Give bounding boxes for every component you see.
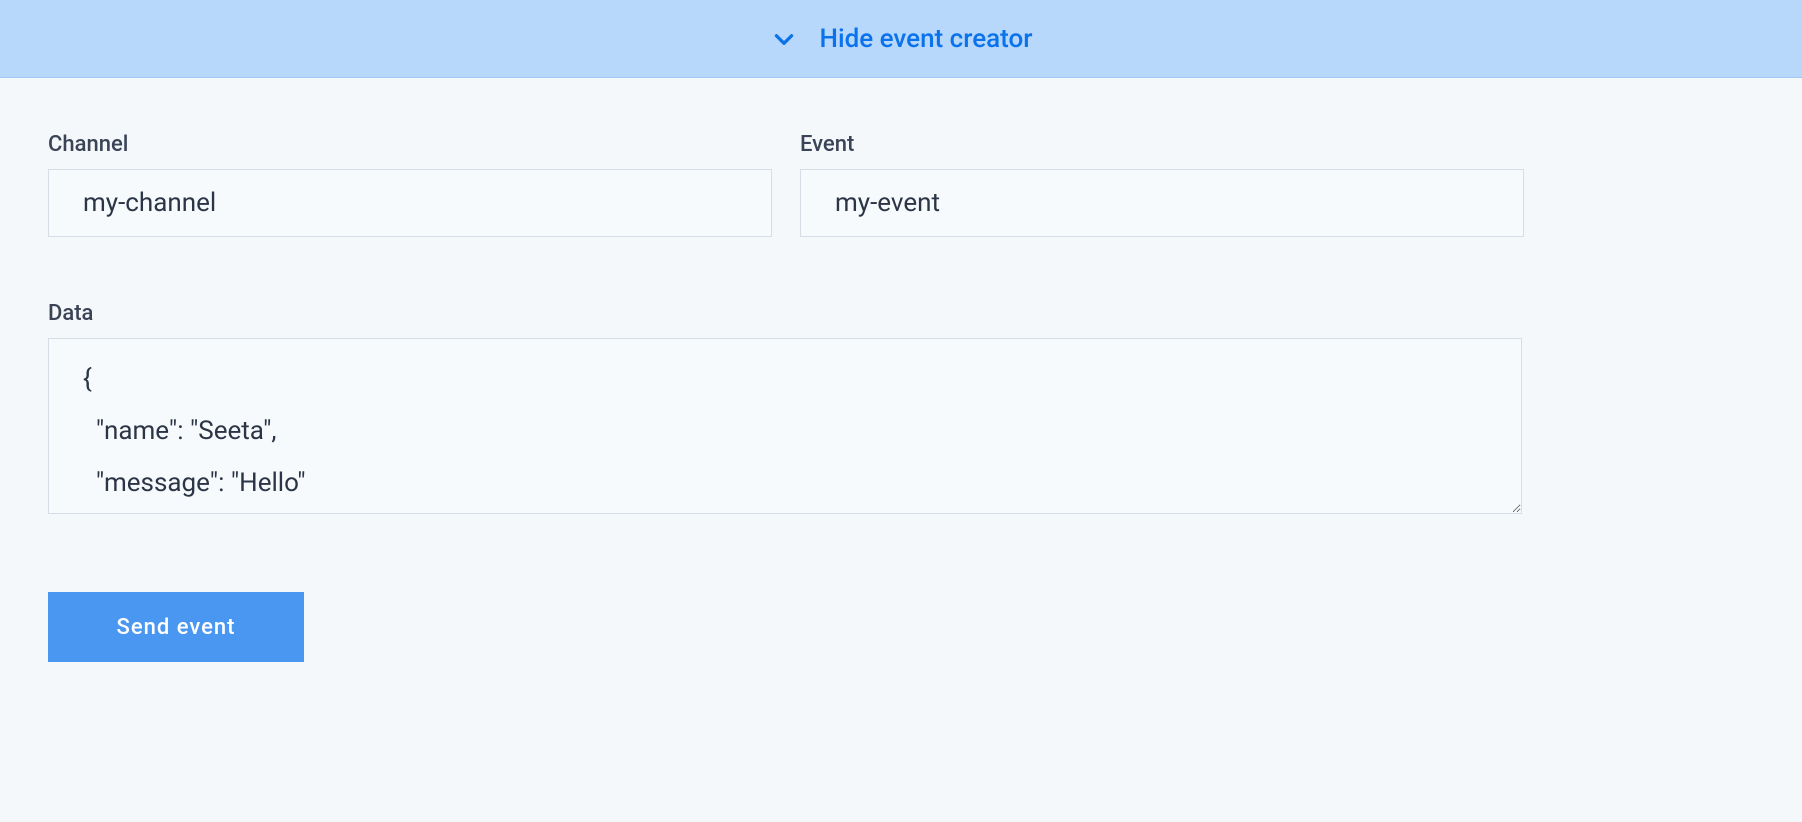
channel-label: Channel xyxy=(48,132,772,157)
event-field-group: Event xyxy=(800,132,1524,237)
event-input[interactable] xyxy=(800,169,1524,237)
data-label: Data xyxy=(48,301,1754,326)
hide-event-creator-toggle[interactable]: Hide event creator xyxy=(0,0,1802,78)
channel-input[interactable] xyxy=(48,169,772,237)
event-label: Event xyxy=(800,132,1524,157)
form-row-top: Channel Event xyxy=(48,132,1754,237)
event-creator-form: Channel Event Data Send event xyxy=(0,78,1802,702)
chevron-down-icon xyxy=(770,25,798,53)
toggle-label: Hide event creator xyxy=(820,24,1033,54)
send-event-button[interactable]: Send event xyxy=(48,592,304,662)
data-field-group: Data xyxy=(48,301,1754,514)
channel-field-group: Channel xyxy=(48,132,772,237)
data-textarea[interactable] xyxy=(48,338,1522,514)
